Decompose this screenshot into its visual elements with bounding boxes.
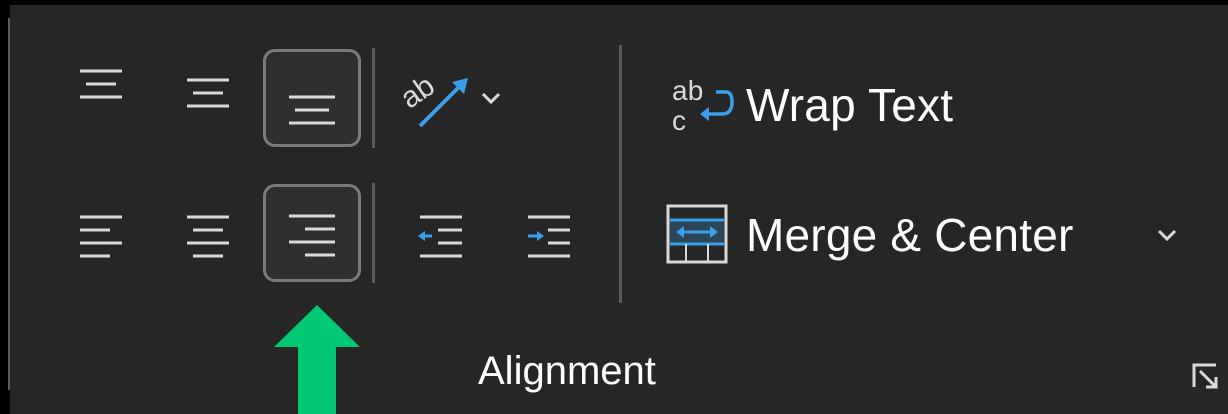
- align-left-button[interactable]: [48, 183, 146, 281]
- green-arrow-up-icon: [274, 305, 360, 414]
- chevron-down-icon: [1157, 229, 1177, 242]
- group-left-divider: [8, 18, 10, 390]
- svg-text:ab: ab: [396, 69, 441, 115]
- wrap-text-button[interactable]: ab c Wrap Text: [668, 70, 953, 140]
- align-bottom-icon: [289, 95, 335, 125]
- wrap-text-icon: ab c: [672, 75, 734, 136]
- svg-text:ab: ab: [672, 75, 704, 106]
- align-center-icon: [187, 215, 229, 258]
- separator: [372, 48, 375, 148]
- align-right-icon: [289, 214, 335, 257]
- top-align-button[interactable]: [48, 38, 146, 136]
- merge-center-label: Merge & Center: [746, 209, 1074, 261]
- merge-center-dropdown[interactable]: [1150, 222, 1184, 248]
- svg-text:c: c: [672, 105, 686, 136]
- separator: [372, 183, 375, 283]
- merge-center-icon: [666, 204, 728, 264]
- merge-center-button[interactable]: Merge & Center: [660, 200, 1074, 270]
- text-orientation-icon: ab: [396, 69, 468, 128]
- alignment-dialog-launcher[interactable]: [1186, 357, 1228, 399]
- align-right-button[interactable]: [263, 184, 361, 282]
- dialog-launcher-icon: [1192, 363, 1218, 389]
- increase-indent-icon: [528, 215, 570, 258]
- align-left-icon: [80, 215, 122, 258]
- chevron-down-icon: [481, 92, 501, 105]
- group-separator: [619, 45, 622, 303]
- decrease-indent-icon: [418, 215, 462, 258]
- align-top-icon: [80, 69, 122, 99]
- align-middle-icon: [187, 78, 229, 108]
- increase-indent-button[interactable]: [494, 183, 592, 281]
- bottom-align-button[interactable]: [263, 49, 361, 147]
- group-label: Alignment: [478, 349, 656, 393]
- align-center-button[interactable]: [155, 183, 253, 281]
- middle-align-button[interactable]: [155, 38, 253, 136]
- decrease-indent-button[interactable]: [386, 183, 484, 281]
- wrap-text-label: Wrap Text: [746, 79, 954, 131]
- orientation-button[interactable]: ab: [396, 60, 526, 136]
